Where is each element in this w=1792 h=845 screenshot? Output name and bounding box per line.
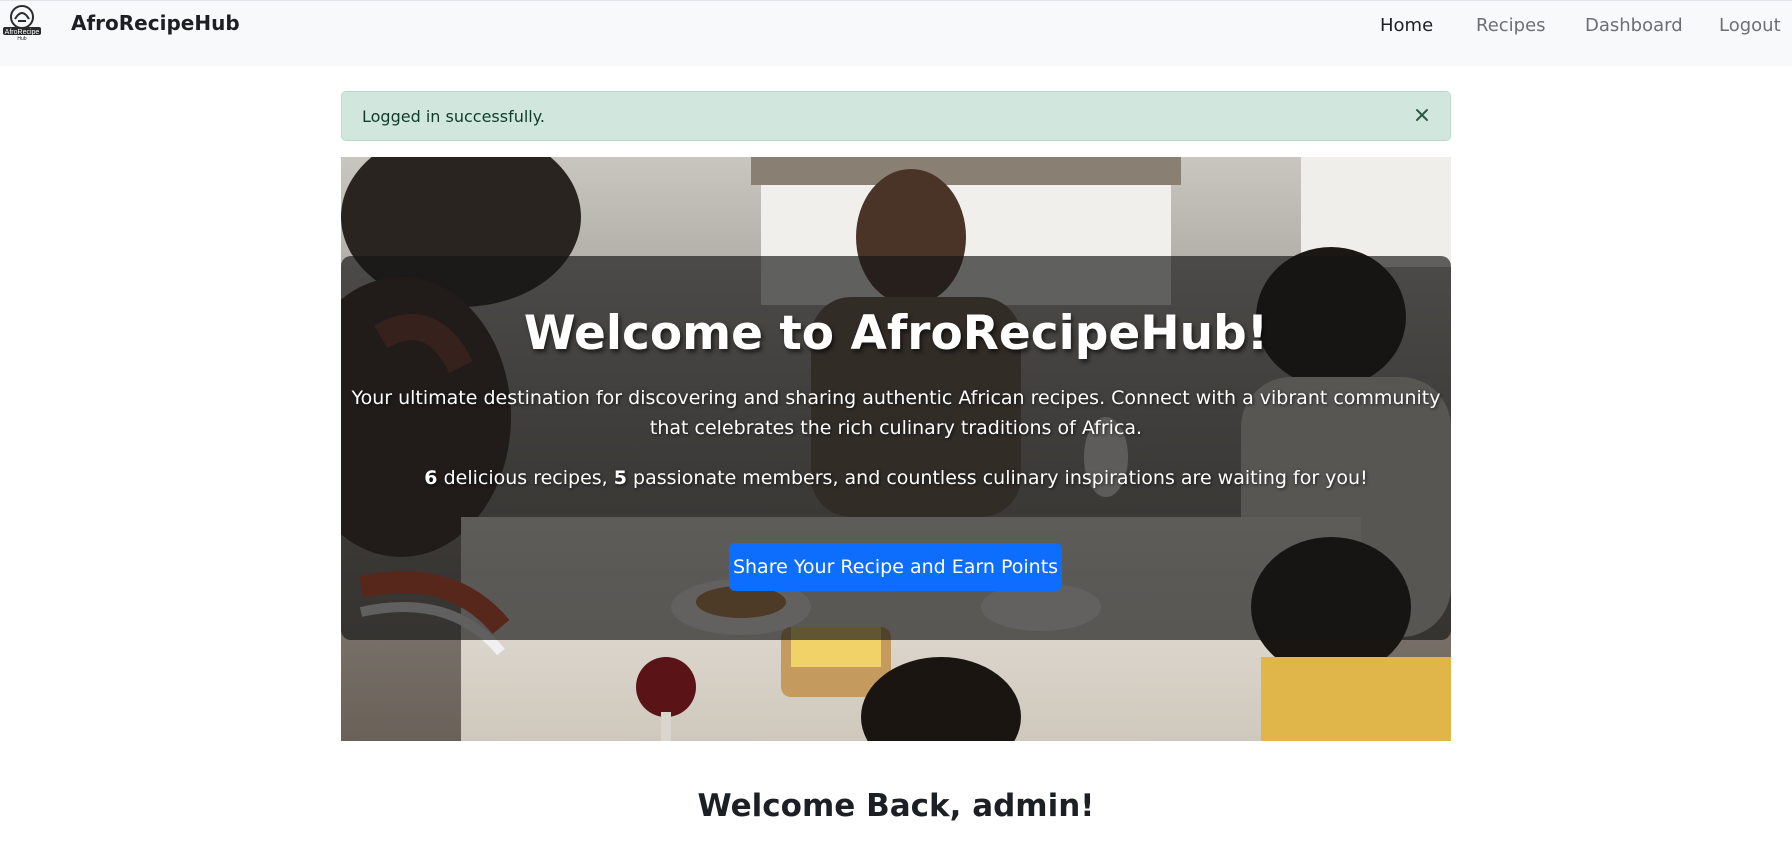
welcome-heading: Welcome Back, admin! — [697, 788, 1095, 824]
stats-text-1: delicious recipes, — [437, 467, 614, 489]
share-recipe-button[interactable]: Share Your Recipe and Earn Points — [729, 543, 1062, 591]
svg-text:AfroRecipe: AfroRecipe — [5, 29, 40, 36]
hero-title: Welcome to AfroRecipeHub! — [523, 306, 1269, 361]
alert-message: Logged in successfully. — [362, 107, 546, 126]
recipe-count: 6 — [424, 467, 438, 489]
brand-name[interactable]: AfroRecipeHub — [71, 11, 240, 35]
stats-text-2: passionate members, and countless culina… — [626, 467, 1368, 489]
close-icon[interactable] — [1414, 107, 1430, 123]
success-alert: Logged in successfully. — [341, 91, 1451, 141]
nav-dashboard[interactable]: Dashboard — [1585, 15, 1683, 36]
brand-logo[interactable]: AfroRecipe Hub — [1, 3, 43, 41]
hero-description-line2: that celebrates the rich culinary tradit… — [649, 417, 1143, 439]
navbar: AfroRecipe Hub AfroRecipeHub Home Recipe… — [0, 0, 1792, 66]
svg-text:Hub: Hub — [17, 36, 26, 41]
member-count: 5 — [613, 467, 627, 489]
nav-home[interactable]: Home — [1380, 15, 1433, 36]
hero-description-line1: Your ultimate destination for discoverin… — [351, 387, 1441, 409]
nav-recipes[interactable]: Recipes — [1476, 15, 1546, 36]
hero-description: Your ultimate destination for discoverin… — [341, 383, 1451, 443]
hero-stats: 6 delicious recipes, 5 passionate member… — [341, 467, 1451, 489]
nav-logout[interactable]: Logout — [1719, 15, 1781, 36]
